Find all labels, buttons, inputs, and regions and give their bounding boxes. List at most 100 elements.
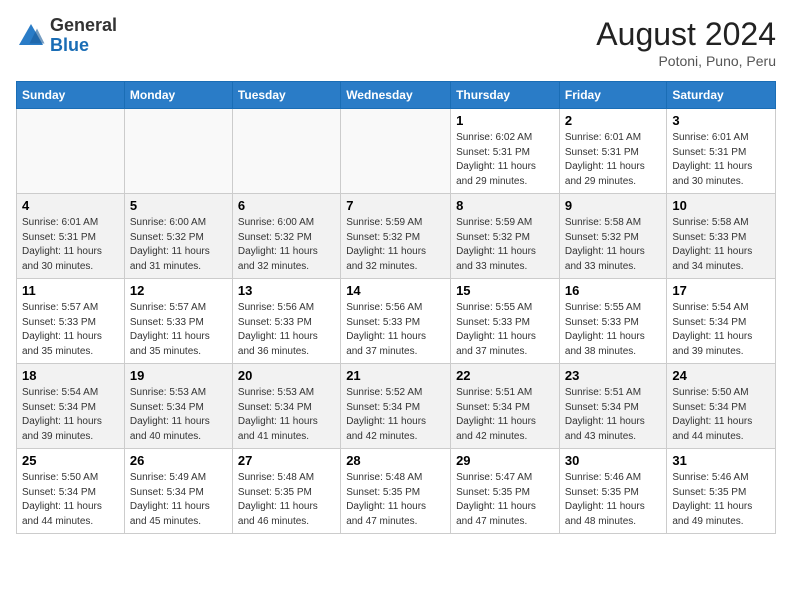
day-info: Sunrise: 5:58 AM Sunset: 5:32 PM Dayligh… xyxy=(565,216,661,274)
day-number: 13 xyxy=(238,283,335,298)
calendar-cell-w4-d7: 24 Sunrise: 5:50 AM Sunset: 5:34 PM Dayli… xyxy=(667,364,776,449)
day-number: 30 xyxy=(565,453,661,468)
day-number: 6 xyxy=(238,198,335,213)
calendar-cell-w1-d6: 2 Sunrise: 6:01 AM Sunset: 5:31 PM Daylig… xyxy=(559,109,666,194)
day-info: Sunrise: 5:46 AM Sunset: 5:35 PM Dayligh… xyxy=(565,471,661,529)
day-info: Sunrise: 6:01 AM Sunset: 5:31 PM Dayligh… xyxy=(22,216,119,274)
day-info: Sunrise: 5:57 AM Sunset: 5:33 PM Dayligh… xyxy=(22,301,119,359)
calendar-cell-w3-d2: 12 Sunrise: 5:57 AM Sunset: 5:33 PM Dayli… xyxy=(124,279,232,364)
calendar-cell-w1-d7: 3 Sunrise: 6:01 AM Sunset: 5:31 PM Daylig… xyxy=(667,109,776,194)
calendar-cell-w3-d7: 17 Sunrise: 5:54 AM Sunset: 5:34 PM Dayli… xyxy=(667,279,776,364)
day-number: 1 xyxy=(456,113,554,128)
day-number: 14 xyxy=(346,283,445,298)
calendar-table: SundayMondayTuesdayWednesdayThursdayFrid… xyxy=(16,81,776,534)
calendar-cell-w3-d1: 11 Sunrise: 5:57 AM Sunset: 5:33 PM Dayli… xyxy=(17,279,125,364)
day-number: 20 xyxy=(238,368,335,383)
day-info: Sunrise: 6:01 AM Sunset: 5:31 PM Dayligh… xyxy=(672,131,770,189)
day-info: Sunrise: 5:46 AM Sunset: 5:35 PM Dayligh… xyxy=(672,471,770,529)
day-info: Sunrise: 5:58 AM Sunset: 5:33 PM Dayligh… xyxy=(672,216,770,274)
day-info: Sunrise: 5:49 AM Sunset: 5:34 PM Dayligh… xyxy=(130,471,227,529)
day-number: 8 xyxy=(456,198,554,213)
day-number: 31 xyxy=(672,453,770,468)
calendar-cell-w5-d7: 31 Sunrise: 5:46 AM Sunset: 5:35 PM Dayli… xyxy=(667,449,776,534)
calendar-cell-w2-d6: 9Sunrise: 5:58 AM Sunset: 5:32 PM Daylig… xyxy=(559,194,666,279)
logo-blue-text: Blue xyxy=(50,36,117,56)
day-info: Sunrise: 5:57 AM Sunset: 5:33 PM Dayligh… xyxy=(130,301,227,359)
calendar-cell-w5-d5: 29Sunrise: 5:47 AM Sunset: 5:35 PM Dayli… xyxy=(451,449,560,534)
logo-general-text: General xyxy=(50,16,117,36)
day-number: 22 xyxy=(456,368,554,383)
day-info: Sunrise: 5:47 AM Sunset: 5:35 PM Dayligh… xyxy=(456,471,554,529)
calendar-cell-w4-d2: 19 Sunrise: 5:53 AM Sunset: 5:34 PM Dayli… xyxy=(124,364,232,449)
day-info: Sunrise: 5:54 AM Sunset: 5:34 PM Dayligh… xyxy=(22,386,119,444)
header-day-thursday: Thursday xyxy=(451,82,560,109)
day-number: 16 xyxy=(565,283,661,298)
month-year-title: August 2024 xyxy=(596,16,776,53)
day-info: Sunrise: 5:51 AM Sunset: 5:34 PM Dayligh… xyxy=(456,386,554,444)
calendar-cell-w5-d3: 27Sunrise: 5:48 AM Sunset: 5:35 PM Dayli… xyxy=(232,449,340,534)
day-info: Sunrise: 5:55 AM Sunset: 5:33 PM Dayligh… xyxy=(456,301,554,359)
location-subtitle: Potoni, Puno, Peru xyxy=(596,53,776,69)
calendar-cell-w2-d3: 6 Sunrise: 6:00 AM Sunset: 5:32 PM Daylig… xyxy=(232,194,340,279)
day-info: Sunrise: 5:53 AM Sunset: 5:34 PM Dayligh… xyxy=(130,386,227,444)
logo: General Blue xyxy=(16,16,117,56)
calendar-cell-w5-d1: 25 Sunrise: 5:50 AM Sunset: 5:34 PM Dayli… xyxy=(17,449,125,534)
day-info: Sunrise: 6:01 AM Sunset: 5:31 PM Dayligh… xyxy=(565,131,661,189)
day-number: 26 xyxy=(130,453,227,468)
day-info: Sunrise: 5:54 AM Sunset: 5:34 PM Dayligh… xyxy=(672,301,770,359)
header-day-sunday: Sunday xyxy=(17,82,125,109)
day-number: 17 xyxy=(672,283,770,298)
day-number: 23 xyxy=(565,368,661,383)
day-number: 2 xyxy=(565,113,661,128)
calendar-cell-w4-d6: 23 Sunrise: 5:51 AM Sunset: 5:34 PM Dayli… xyxy=(559,364,666,449)
calendar-cell-w4-d4: 21Sunrise: 5:52 AM Sunset: 5:34 PM Dayli… xyxy=(341,364,451,449)
calendar-week-3: 11 Sunrise: 5:57 AM Sunset: 5:33 PM Dayli… xyxy=(17,279,776,364)
day-number: 10 xyxy=(672,198,770,213)
day-number: 15 xyxy=(456,283,554,298)
day-number: 7 xyxy=(346,198,445,213)
day-number: 4 xyxy=(22,198,119,213)
day-info: Sunrise: 5:56 AM Sunset: 5:33 PM Dayligh… xyxy=(238,301,335,359)
day-info: Sunrise: 5:48 AM Sunset: 5:35 PM Dayligh… xyxy=(238,471,335,529)
page-header: General Blue August 2024 Potoni, Puno, P… xyxy=(16,16,776,69)
day-number: 24 xyxy=(672,368,770,383)
calendar-cell-w1-d4 xyxy=(341,109,451,194)
calendar-cell-w2-d5: 8Sunrise: 5:59 AM Sunset: 5:32 PM Daylig… xyxy=(451,194,560,279)
day-info: Sunrise: 6:00 AM Sunset: 5:32 PM Dayligh… xyxy=(238,216,335,274)
day-number: 12 xyxy=(130,283,227,298)
day-info: Sunrise: 5:51 AM Sunset: 5:34 PM Dayligh… xyxy=(565,386,661,444)
day-info: Sunrise: 5:50 AM Sunset: 5:34 PM Dayligh… xyxy=(672,386,770,444)
calendar-week-4: 18Sunrise: 5:54 AM Sunset: 5:34 PM Dayli… xyxy=(17,364,776,449)
day-info: Sunrise: 5:53 AM Sunset: 5:34 PM Dayligh… xyxy=(238,386,335,444)
day-number: 25 xyxy=(22,453,119,468)
calendar-cell-w3-d3: 13 Sunrise: 5:56 AM Sunset: 5:33 PM Dayli… xyxy=(232,279,340,364)
logo-icon xyxy=(16,21,46,51)
day-number: 19 xyxy=(130,368,227,383)
header-day-saturday: Saturday xyxy=(667,82,776,109)
calendar-cell-w3-d4: 14 Sunrise: 5:56 AM Sunset: 5:33 PM Dayli… xyxy=(341,279,451,364)
calendar-cell-w2-d2: 5Sunrise: 6:00 AM Sunset: 5:32 PM Daylig… xyxy=(124,194,232,279)
calendar-cell-w1-d5: 1Sunrise: 6:02 AM Sunset: 5:31 PM Daylig… xyxy=(451,109,560,194)
calendar-cell-w4-d5: 22 Sunrise: 5:51 AM Sunset: 5:34 PM Dayli… xyxy=(451,364,560,449)
calendar-cell-w2-d7: 10 Sunrise: 5:58 AM Sunset: 5:33 PM Dayli… xyxy=(667,194,776,279)
logo-text: General Blue xyxy=(50,16,117,56)
header-day-tuesday: Tuesday xyxy=(232,82,340,109)
calendar-week-5: 25 Sunrise: 5:50 AM Sunset: 5:34 PM Dayli… xyxy=(17,449,776,534)
day-info: Sunrise: 5:48 AM Sunset: 5:35 PM Dayligh… xyxy=(346,471,445,529)
calendar-cell-w4-d3: 20 Sunrise: 5:53 AM Sunset: 5:34 PM Dayli… xyxy=(232,364,340,449)
calendar-cell-w3-d5: 15 Sunrise: 5:55 AM Sunset: 5:33 PM Dayli… xyxy=(451,279,560,364)
day-number: 3 xyxy=(672,113,770,128)
title-block: August 2024 Potoni, Puno, Peru xyxy=(596,16,776,69)
day-info: Sunrise: 5:56 AM Sunset: 5:33 PM Dayligh… xyxy=(346,301,445,359)
calendar-cell-w3-d6: 16 Sunrise: 5:55 AM Sunset: 5:33 PM Dayli… xyxy=(559,279,666,364)
calendar-cell-w1-d2 xyxy=(124,109,232,194)
calendar-cell-w5-d2: 26 Sunrise: 5:49 AM Sunset: 5:34 PM Dayli… xyxy=(124,449,232,534)
day-info: Sunrise: 5:50 AM Sunset: 5:34 PM Dayligh… xyxy=(22,471,119,529)
day-number: 11 xyxy=(22,283,119,298)
calendar-cell-w4-d1: 18Sunrise: 5:54 AM Sunset: 5:34 PM Dayli… xyxy=(17,364,125,449)
header-day-friday: Friday xyxy=(559,82,666,109)
calendar-week-2: 4 Sunrise: 6:01 AM Sunset: 5:31 PM Daylig… xyxy=(17,194,776,279)
calendar-cell-w1-d3 xyxy=(232,109,340,194)
calendar-week-1: 1Sunrise: 6:02 AM Sunset: 5:31 PM Daylig… xyxy=(17,109,776,194)
day-info: Sunrise: 5:55 AM Sunset: 5:33 PM Dayligh… xyxy=(565,301,661,359)
